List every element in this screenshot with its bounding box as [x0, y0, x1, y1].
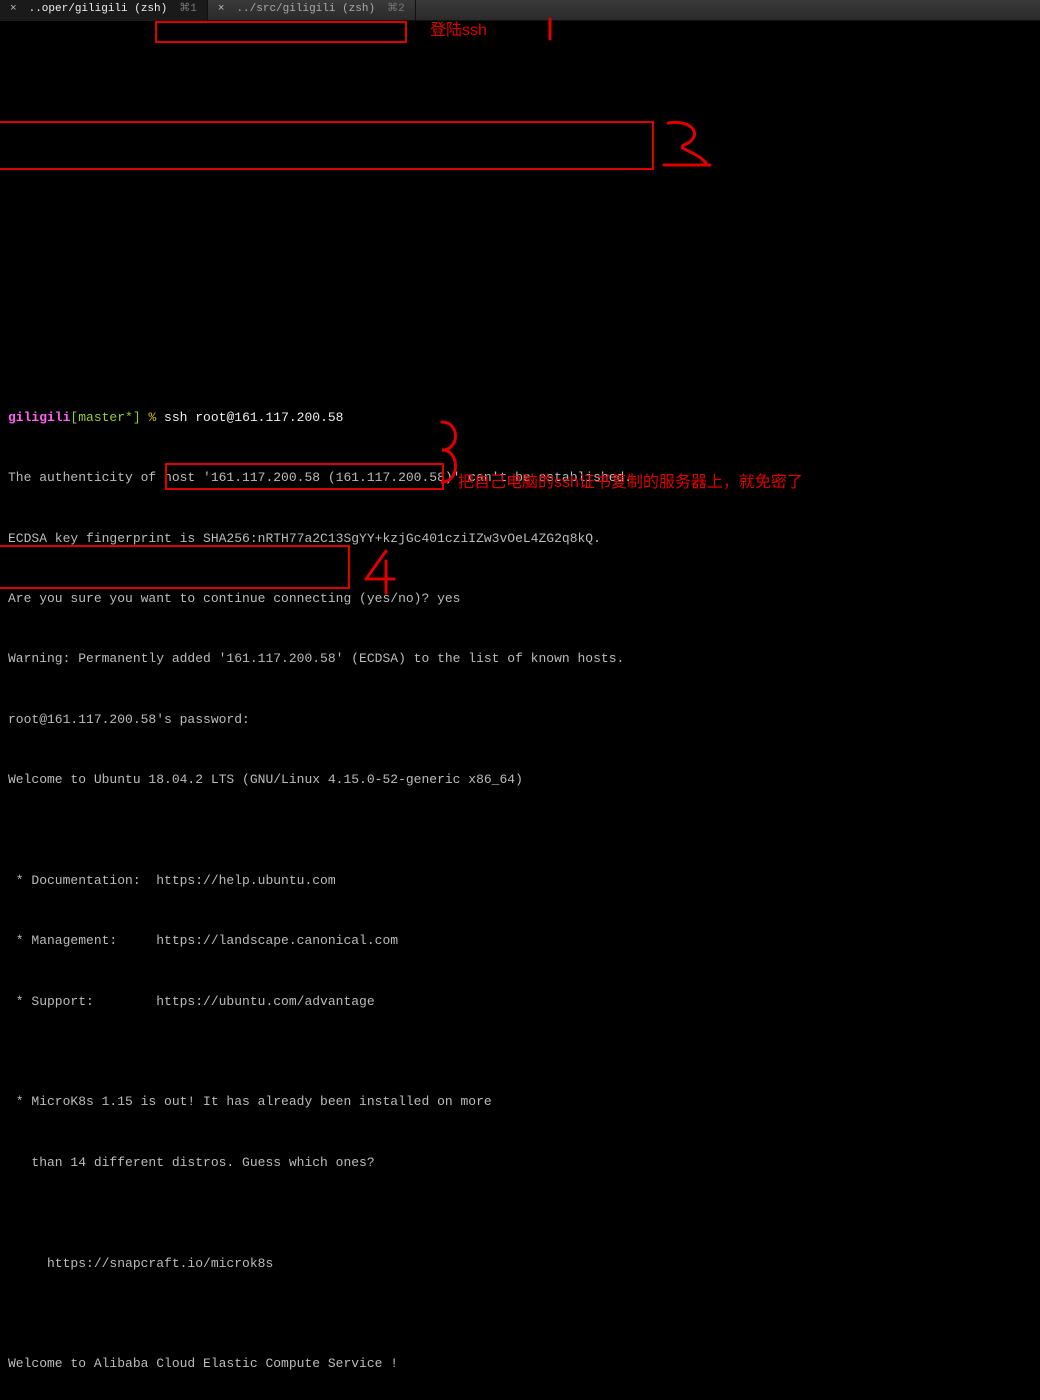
close-icon[interactable]: ×	[218, 1, 225, 18]
command-text: ssh root@161.117.200.58	[156, 410, 343, 425]
output-line: * Documentation: https://help.ubuntu.com	[8, 871, 1032, 891]
annotation-box-1	[155, 21, 407, 43]
terminal[interactable]: 登陆ssh 把自己电脑的ssh证书复制的服务器上，就免密了 giligili[m…	[0, 21, 1040, 1400]
tab-label: ..oper/giligili (zsh)	[29, 1, 168, 18]
annotation-number-2	[660, 117, 720, 177]
output-line: ECDSA key fingerprint is SHA256:nRTH77a2…	[8, 529, 1032, 549]
tab-hotkey: ⌘2	[387, 1, 405, 18]
tab-hotkey: ⌘1	[179, 1, 197, 18]
output-line: Warning: Permanently added '161.117.200.…	[8, 649, 1032, 669]
annotation-box-2	[0, 121, 654, 170]
output-line: The authenticity of host '161.117.200.58…	[8, 468, 1032, 488]
prompt-symbol: %	[141, 410, 157, 425]
annotation-box-4	[0, 545, 350, 589]
output-line: * Management: https://landscape.canonica…	[8, 931, 1032, 951]
annotation-label-1: 登陆ssh	[430, 19, 487, 44]
output-line: https://snapcraft.io/microk8s	[8, 1254, 1032, 1274]
tab-label: ../src/giligili (zsh)	[236, 1, 375, 18]
titlebar: × ..oper/giligili (zsh) ⌘1 × ../src/gili…	[0, 0, 1040, 21]
output-line: than 14 different distros. Guess which o…	[8, 1153, 1032, 1173]
tab-1[interactable]: × ..oper/giligili (zsh) ⌘1	[0, 0, 208, 21]
output-line: Welcome to Alibaba Cloud Elastic Compute…	[8, 1354, 1032, 1374]
output-line: * Support: https://ubuntu.com/advantage	[8, 992, 1032, 1012]
output-line: root@161.117.200.58's password:	[8, 710, 1032, 730]
output-line: * MicroK8s 1.15 is out! It has already b…	[8, 1092, 1032, 1112]
prompt-line: giligili[master*] % ssh root@161.117.200…	[8, 408, 1032, 428]
tab-2[interactable]: × ../src/giligili (zsh) ⌘2	[208, 0, 416, 21]
close-icon[interactable]: ×	[10, 1, 17, 18]
output-line: Welcome to Ubuntu 18.04.2 LTS (GNU/Linux…	[8, 770, 1032, 790]
prompt-user: giligili	[8, 410, 70, 425]
output-line: Are you sure you want to continue connec…	[8, 589, 1032, 609]
prompt-branch: [master*]	[70, 410, 140, 425]
